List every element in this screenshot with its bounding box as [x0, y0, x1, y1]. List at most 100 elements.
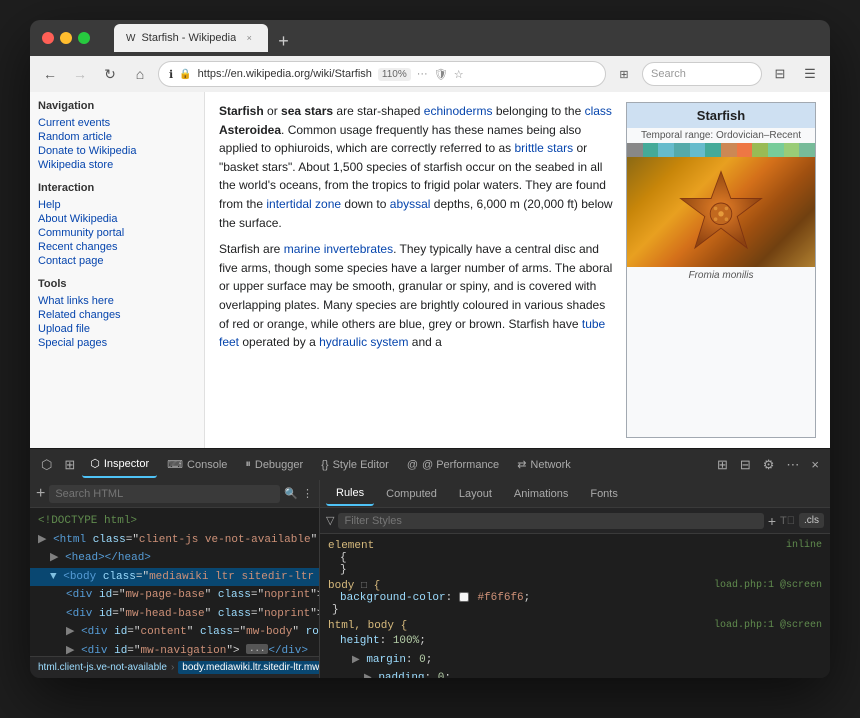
- pocket-icon[interactable]: 🛡: [434, 68, 448, 81]
- style-editor-tab-label: Style Editor: [333, 459, 389, 471]
- html-line-head[interactable]: ▶ <head></head>: [30, 549, 319, 568]
- maximize-button[interactable]: [78, 32, 90, 44]
- minimize-button[interactable]: [60, 32, 72, 44]
- wiki-tool-related[interactable]: Related changes: [38, 308, 196, 322]
- wiki-int-community[interactable]: Community portal: [38, 226, 196, 240]
- wiki-int-contact[interactable]: Contact page: [38, 254, 196, 268]
- overflow-menu-icon[interactable]: ···: [417, 68, 428, 80]
- sidebar-toggle-button[interactable]: ⊟: [768, 62, 792, 86]
- css-tab-rules[interactable]: Rules: [326, 482, 374, 506]
- browser-window: W Starfish - Wikipedia × + ← → ↻ ⌂ ℹ 🔒 h…: [30, 20, 830, 678]
- devtools-main: + 🔍 ⋮ <!DOCTYPE html> ▶ <html class="cli…: [30, 480, 830, 678]
- forward-button[interactable]: →: [68, 62, 92, 86]
- html-content: <!DOCTYPE html> ▶ <html class="client-js…: [30, 508, 319, 656]
- html-line-mw-nav[interactable]: ▶ <div id="mw-navigation"> ...</div>: [30, 642, 319, 657]
- css-tab-fonts[interactable]: Fonts: [580, 482, 628, 506]
- css-tab-animations[interactable]: Animations: [504, 482, 578, 506]
- article-link-tube-feet[interactable]: tube feet: [219, 317, 605, 350]
- article-link-hydraulic[interactable]: hydraulic system: [319, 335, 408, 349]
- address-bar[interactable]: ℹ 🔒 https://en.wikipedia.org/wiki/Starfi…: [158, 61, 606, 87]
- performance-tab-label: @ Performance: [422, 459, 499, 471]
- devtools-dock-button[interactable]: ⊟: [735, 454, 756, 476]
- browser-content: Navigation Current events Random article…: [30, 92, 830, 448]
- wiki-nav-donate[interactable]: Donate to Wikipedia: [38, 144, 196, 158]
- css-cls-button[interactable]: .cls: [799, 513, 824, 528]
- close-button[interactable]: [42, 32, 54, 44]
- html-search-input[interactable]: [49, 485, 280, 503]
- network-tab-icon: ⇄: [517, 458, 526, 471]
- devtools-toolbar: ⬡ ⊞ ⬡ Inspector ⌨ Console ⏸ Debugger {} …: [30, 448, 830, 480]
- search-input[interactable]: Search: [642, 62, 762, 86]
- article-link-echinoderms[interactable]: echinoderms: [424, 104, 493, 118]
- wiki-tool-upload[interactable]: Upload file: [38, 322, 196, 336]
- tab-performance[interactable]: @ @ Performance: [399, 452, 507, 478]
- html-line-content[interactable]: ▶ <div id="content" class="mw-body" role…: [30, 623, 319, 642]
- wiki-navigation-section: Navigation Current events Random article…: [38, 100, 196, 172]
- article-link-brittle-stars[interactable]: brittle stars: [514, 141, 573, 155]
- tab-debugger[interactable]: ⏸ Debugger: [237, 452, 311, 478]
- browser-toolbar: ← → ↻ ⌂ ℹ 🔒 https://en.wikipedia.org/wik…: [30, 56, 830, 92]
- active-tab[interactable]: W Starfish - Wikipedia ×: [114, 24, 268, 52]
- devtools-settings-button[interactable]: ⚙: [758, 454, 780, 476]
- stripe-o: [658, 143, 674, 157]
- devtools-overflow-button[interactable]: ⋯: [781, 454, 804, 476]
- article-link-intertidal[interactable]: intertidal zone: [266, 197, 341, 211]
- html-line-html[interactable]: ▶ <html class="client-js ve-not-availabl…: [30, 531, 319, 550]
- wiki-nav-random-article[interactable]: Random article: [38, 130, 196, 144]
- devtools-split-button[interactable]: ⊞: [712, 454, 733, 476]
- tab-console[interactable]: ⌨ Console: [159, 452, 235, 478]
- debugger-tab-label: Debugger: [255, 459, 303, 471]
- breadcrumb-body[interactable]: body.mediawiki.ltr.sitedir-ltr.mw-hide-e…: [178, 661, 319, 674]
- tab-style-editor[interactable]: {} Style Editor: [313, 452, 397, 478]
- hamburger-menu-button[interactable]: ☰: [798, 62, 822, 86]
- css-filter-input[interactable]: [338, 513, 763, 529]
- back-button[interactable]: ←: [38, 62, 62, 86]
- console-tab-icon: ⌨: [167, 458, 183, 471]
- devtools-responsive-button[interactable]: ⊞: [59, 454, 80, 476]
- breadcrumb-html[interactable]: html.client-js.ve-not-available: [38, 662, 167, 673]
- article-link-marine[interactable]: marine invertebrates: [284, 242, 393, 256]
- style-editor-tab-icon: {}: [321, 459, 328, 471]
- css-add-rule-button[interactable]: +: [768, 513, 776, 529]
- color-swatch-bg[interactable]: [459, 592, 469, 602]
- css-rules-content: element inline { }: [320, 534, 830, 678]
- zoom-level: 110%: [378, 68, 411, 81]
- wiki-tool-special[interactable]: Special pages: [38, 336, 196, 350]
- url-display: https://en.wikipedia.org/wiki/Starfish: [198, 68, 372, 80]
- article-bold-asteroidea: Asteroidea: [219, 123, 281, 137]
- url-text: https://en.wikipedia.org/wiki/Starfish: [198, 68, 372, 80]
- wiki-int-help[interactable]: Help: [38, 198, 196, 212]
- html-line-body[interactable]: ▼ <body class="mediawiki ltr sitedir-ltr…: [30, 568, 319, 587]
- devtools-inspect-button[interactable]: ⬡: [36, 454, 57, 476]
- wiki-int-about[interactable]: About Wikipedia: [38, 212, 196, 226]
- html-line-mw-head-base[interactable]: <div id="mw-head-base" class="noprint"><…: [30, 605, 319, 624]
- wiki-int-recent[interactable]: Recent changes: [38, 240, 196, 254]
- wiki-nav-store[interactable]: Wikipedia store: [38, 158, 196, 172]
- refresh-button[interactable]: ↻: [98, 62, 122, 86]
- home-button[interactable]: ⌂: [128, 62, 152, 86]
- inspector-tab-icon: ⬡: [90, 457, 100, 470]
- devtools-close-button[interactable]: ×: [806, 454, 824, 475]
- tab-network[interactable]: ⇄ Network: [509, 452, 579, 478]
- wiki-tool-links[interactable]: What links here: [38, 294, 196, 308]
- infobox-title: Starfish: [627, 103, 815, 128]
- wiki-nav-heading: Navigation: [38, 100, 196, 112]
- css-source-html-body: load.php:1 @screen: [714, 620, 822, 632]
- reader-mode-button[interactable]: ⊞: [612, 62, 636, 86]
- performance-tab-icon: @: [407, 459, 418, 471]
- new-tab-button[interactable]: +: [270, 31, 297, 52]
- tab-inspector[interactable]: ⬡ Inspector: [82, 452, 157, 478]
- add-node-button[interactable]: +: [36, 486, 45, 502]
- css-tab-layout[interactable]: Layout: [449, 482, 502, 506]
- infobox-image: [627, 157, 815, 267]
- stripe-k: [768, 143, 784, 157]
- tab-close-button[interactable]: ×: [242, 31, 256, 45]
- html-line-mw-page-base[interactable]: <div id="mw-page-base" class="noprint"><…: [30, 586, 319, 605]
- stripe-s: [674, 143, 690, 157]
- wiki-nav-current-events[interactable]: Current events: [38, 116, 196, 130]
- article-link-class[interactable]: class: [585, 104, 612, 118]
- css-tab-computed[interactable]: Computed: [376, 482, 447, 506]
- bookmark-icon[interactable]: ☆: [454, 68, 464, 81]
- article-link-abyssal[interactable]: abyssal: [390, 197, 431, 211]
- infobox-stripes: [627, 143, 815, 157]
